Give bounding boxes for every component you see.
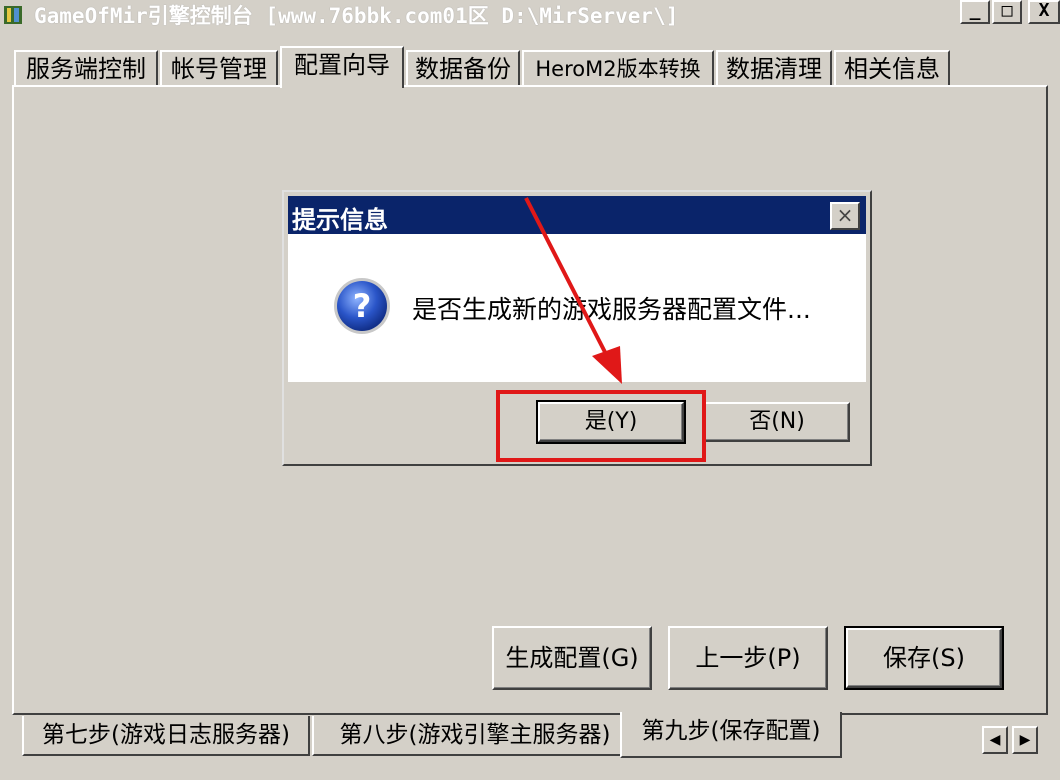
tab-data-backup[interactable]: 数据备份	[406, 50, 520, 86]
dialog-close-button[interactable]: ×	[830, 202, 860, 230]
tab-herom2-convert[interactable]: HeroM2版本转换	[522, 50, 714, 86]
svg-text:?: ?	[353, 287, 372, 325]
tab-related-info[interactable]: 相关信息	[834, 50, 950, 86]
tab-step-8[interactable]: 第八步(游戏引擎主服务器)	[312, 716, 638, 756]
dialog-title-bar: 提示信息 ×	[288, 196, 866, 234]
previous-step-button[interactable]: 上一步(P)	[668, 626, 828, 690]
tab-step-9[interactable]: 第九步(保存配置)	[620, 712, 842, 758]
dialog-title: 提示信息	[292, 206, 388, 234]
maximize-button[interactable]: □	[992, 0, 1022, 24]
tab-server-control[interactable]: 服务端控制	[14, 50, 158, 86]
window-title: GameOfMir引擎控制台 [www.76bbk.com01区 D:\MirS…	[34, 4, 679, 28]
minimize-button[interactable]: _	[960, 0, 990, 24]
tab-account-management[interactable]: 帐号管理	[160, 50, 278, 86]
close-button[interactable]: X	[1028, 0, 1060, 24]
generate-config-button[interactable]: 生成配置(G)	[492, 626, 652, 690]
dialog-message: 是否生成新的游戏服务器配置文件...	[412, 295, 811, 324]
no-button[interactable]: 否(N)	[704, 402, 850, 442]
save-button[interactable]: 保存(S)	[844, 626, 1004, 690]
tab-step-7[interactable]: 第七步(游戏日志服务器)	[22, 716, 310, 756]
scroll-left-button[interactable]: ◀	[982, 726, 1008, 754]
app-icon	[4, 6, 22, 24]
highlight-box	[496, 390, 706, 462]
scroll-right-button[interactable]: ▶	[1012, 726, 1038, 754]
title-bar: GameOfMir引擎控制台 [www.76bbk.com01区 D:\MirS…	[0, 0, 1060, 30]
dialog-body: ? 是否生成新的游戏服务器配置文件...	[288, 234, 866, 382]
tab-config-wizard[interactable]: 配置向导	[280, 46, 404, 88]
question-icon: ?	[334, 278, 390, 334]
tab-data-cleanup[interactable]: 数据清理	[716, 50, 832, 86]
